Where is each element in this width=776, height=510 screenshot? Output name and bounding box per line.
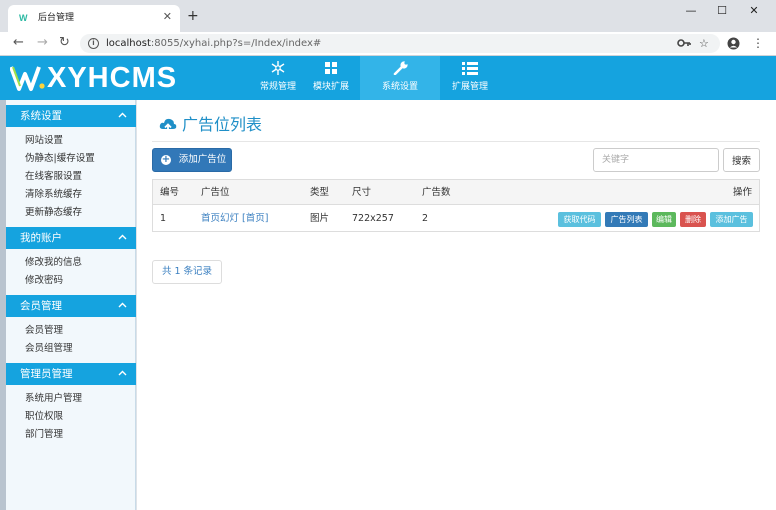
- new-tab-icon[interactable]: +: [187, 9, 199, 23]
- snowflake-icon: [271, 61, 285, 75]
- sidebar-item-clear-cache[interactable]: 清除系统缓存: [25, 189, 82, 201]
- main-content: 广告位列表 + 添加广告位 搜索 编号 广告位 类型 尺寸 广告数 操作 1 首…: [137, 100, 776, 510]
- sidebar-item-update-static[interactable]: 更新静态缓存: [25, 207, 82, 219]
- sidebar-group-title: 管理员管理: [20, 368, 73, 380]
- sidebar-group-my-account[interactable]: 我的账户: [6, 227, 136, 249]
- sidebar-item-online-service[interactable]: 在线客服设置: [25, 171, 82, 183]
- column-header-id: 编号: [160, 187, 180, 198]
- sidebar-group-members[interactable]: 会员管理: [6, 295, 136, 317]
- wrench-icon: [393, 61, 408, 75]
- nav-label: 常规管理: [259, 82, 296, 92]
- keyword-search-input[interactable]: [593, 148, 719, 172]
- browser-tab[interactable]: W 后台管理 ✕: [8, 5, 180, 32]
- sidebar-group-title: 系统设置: [20, 110, 62, 122]
- grid-icon: [325, 62, 337, 74]
- sidebar-item-change-password[interactable]: 修改密码: [25, 275, 63, 287]
- sidebar-item-rewrite-cache[interactable]: 伪静态|缓存设置: [25, 153, 95, 165]
- sidebar: 系统设置 网站设置 伪静态|缓存设置 在线客服设置 清除系统缓存 更新静态缓存 …: [6, 100, 136, 510]
- logo-mark-icon: [10, 66, 45, 91]
- tab-title: 后台管理: [38, 13, 75, 23]
- logo-text: XYHCMS: [47, 62, 178, 94]
- add-ad-button[interactable]: 添加广告: [710, 212, 753, 227]
- minimize-icon[interactable]: —: [676, 3, 706, 19]
- nav-extensions[interactable]: 扩展管理: [444, 56, 496, 100]
- cell-ad-count: 2: [422, 213, 429, 224]
- browser-tab-strip: W 后台管理 ✕ + — ☐ ✕: [0, 0, 776, 32]
- cloud-upload-icon: [159, 118, 177, 132]
- delete-button[interactable]: 删除: [680, 212, 706, 227]
- sidebar-group-system-settings[interactable]: 系统设置: [6, 105, 136, 127]
- sidebar-item-departments[interactable]: 部门管理: [25, 429, 63, 441]
- sidebar-item-member-manage[interactable]: 会员管理: [25, 325, 63, 337]
- column-header-ad-count: 广告数: [422, 187, 451, 198]
- sidebar-item-system-users[interactable]: 系统用户管理: [25, 393, 82, 405]
- edit-button[interactable]: 编辑: [652, 212, 676, 227]
- sidebar-item-roles[interactable]: 职位权限: [25, 411, 63, 423]
- pagination-total: 共 1 条记录: [152, 260, 222, 284]
- menu-kebab-icon[interactable]: ⋮: [752, 36, 764, 50]
- nav-label: 模块扩展: [312, 82, 349, 92]
- add-ad-position-button[interactable]: + 添加广告位: [152, 148, 232, 172]
- table-header: 编号 广告位 类型 尺寸 广告数 操作: [153, 180, 759, 205]
- url-path: :8055/xyhai.php?s=/Index/index#: [150, 38, 322, 49]
- chevron-up-icon: [118, 234, 127, 240]
- chevron-up-icon: [118, 302, 127, 308]
- url-host: localhost: [106, 38, 151, 49]
- cell-id: 1: [160, 213, 167, 224]
- sidebar-item-site-settings[interactable]: 网站设置: [25, 135, 63, 147]
- window-close-icon[interactable]: ✕: [739, 3, 769, 19]
- search-button[interactable]: 搜索: [723, 148, 760, 172]
- sidebar-item-edit-profile[interactable]: 修改我的信息: [25, 257, 82, 269]
- list-icon: [462, 62, 478, 75]
- divider: [152, 141, 760, 142]
- key-icon[interactable]: [677, 38, 691, 48]
- forward-icon[interactable]: →: [37, 35, 48, 51]
- url-field[interactable]: i localhost:8055/xyhai.php?s=/Index/inde…: [80, 34, 720, 53]
- column-header-actions: 操作: [733, 187, 753, 198]
- nav-general[interactable]: 常规管理: [254, 56, 302, 100]
- app-header: XYHCMS 常规管理 模块扩展 系统设置 扩展管理: [0, 56, 776, 100]
- bookmark-star-icon[interactable]: ☆: [699, 37, 709, 50]
- chevron-up-icon: [118, 112, 127, 118]
- ad-list-button[interactable]: 广告列表: [605, 212, 648, 227]
- page-title: 广告位列表: [182, 115, 263, 134]
- nav-system-settings[interactable]: 系统设置: [360, 56, 440, 100]
- chevron-up-icon: [118, 370, 127, 376]
- site-favicon-icon: W: [19, 13, 28, 23]
- ad-position-table: 编号 广告位 类型 尺寸 广告数 操作 1 首页幻灯 [首页] 图片 722x2…: [152, 179, 760, 232]
- nav-modules[interactable]: 模块扩展: [306, 56, 356, 100]
- sidebar-group-title: 我的账户: [20, 232, 62, 244]
- column-header-type: 类型: [310, 187, 330, 198]
- tab-close-icon[interactable]: ✕: [163, 10, 172, 24]
- profile-icon[interactable]: [727, 37, 740, 50]
- column-header-size: 尺寸: [352, 187, 372, 198]
- sidebar-group-title: 会员管理: [20, 300, 62, 312]
- plus-circle-icon: +: [161, 154, 171, 165]
- nav-label: 系统设置: [381, 82, 418, 92]
- cell-type: 图片: [310, 213, 330, 224]
- address-bar: ← → ↻ i localhost:8055/xyhai.php?s=/Inde…: [0, 32, 776, 56]
- nav-label: 扩展管理: [451, 82, 488, 92]
- column-header-position: 广告位: [201, 187, 230, 198]
- get-code-button[interactable]: 获取代码: [558, 212, 601, 227]
- sidebar-group-admins[interactable]: 管理员管理: [6, 363, 136, 385]
- sidebar-item-member-groups[interactable]: 会员组管理: [25, 343, 73, 355]
- reload-icon[interactable]: ↻: [59, 35, 70, 51]
- maximize-icon[interactable]: ☐: [707, 3, 737, 19]
- add-button-label: 添加广告位: [178, 154, 227, 165]
- cell-size: 722x257: [352, 213, 394, 224]
- site-info-icon[interactable]: i: [88, 38, 99, 49]
- logo[interactable]: XYHCMS: [10, 60, 254, 94]
- cell-position-link[interactable]: 首页幻灯 [首页]: [201, 213, 268, 225]
- back-icon[interactable]: ←: [13, 35, 24, 51]
